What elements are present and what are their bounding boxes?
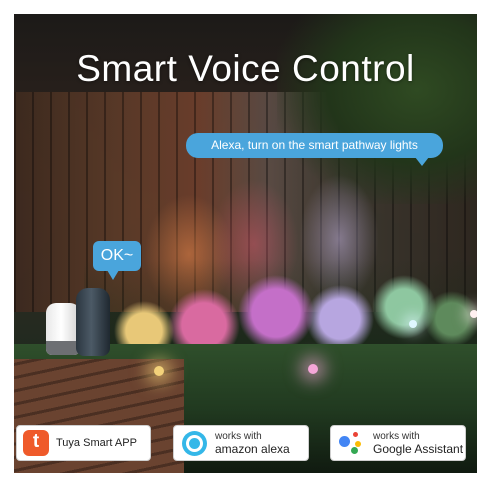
works-with-google-badge: works with Google Assistant (330, 425, 466, 461)
google-dot-red (353, 432, 358, 437)
google-dot-blue (339, 436, 350, 447)
google-badge-line2: Google Assistant (373, 442, 464, 456)
garden-photo: Smart Voice Control Alexa, turn on the s… (14, 14, 477, 473)
google-badge-text: works with Google Assistant (373, 430, 463, 456)
tuya-badge-label: Tuya Smart APP (56, 437, 137, 449)
tuya-smart-app-badge: Tuya Smart APP (16, 425, 151, 461)
pathway-light (308, 364, 318, 374)
works-with-alexa-badge: works with amazon alexa (173, 425, 309, 461)
google-dot-yellow (355, 441, 361, 447)
google-assistant-dots-icon (339, 432, 365, 454)
alexa-ring-icon (182, 430, 207, 456)
google-dot-green (351, 447, 358, 454)
pathway-light (154, 366, 164, 376)
google-nest-speaker (46, 303, 80, 355)
alexa-badge-text: works with amazon alexa (215, 430, 290, 456)
spotlight (470, 310, 477, 318)
tuya-app-icon (23, 430, 49, 456)
page-title: Smart Voice Control (76, 48, 415, 89)
amazon-echo-speaker (76, 288, 110, 356)
alexa-command-bubble: Alexa, turn on the smart pathway lights (186, 133, 443, 166)
ok-response-bubble: OK~ (93, 241, 141, 280)
spotlight (409, 320, 417, 328)
alexa-badge-line2: amazon alexa (215, 442, 290, 456)
